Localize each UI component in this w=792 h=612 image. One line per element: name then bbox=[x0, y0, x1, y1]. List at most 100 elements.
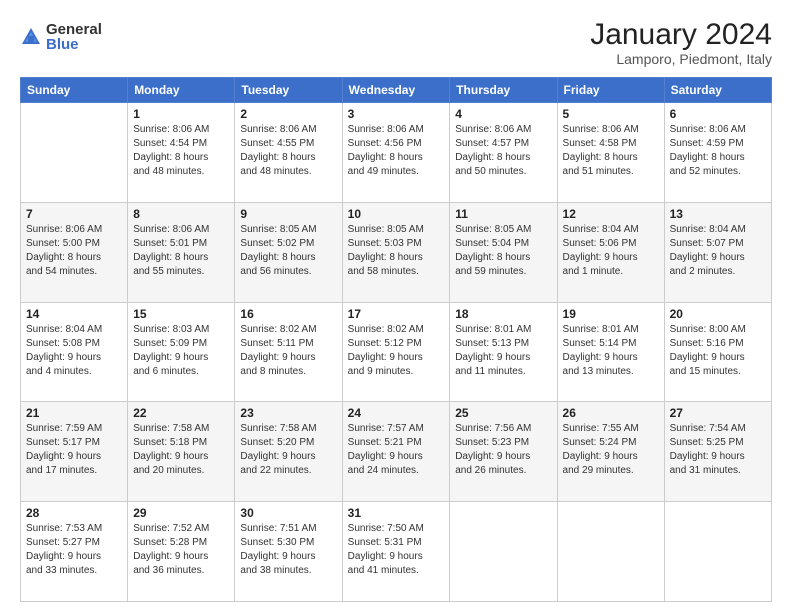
day-number: 21 bbox=[26, 406, 122, 420]
day-info: Sunrise: 8:06 AMSunset: 5:01 PMDaylight:… bbox=[133, 223, 229, 279]
day-info: Sunrise: 8:01 AMSunset: 5:13 PMDaylight:… bbox=[455, 323, 551, 379]
title-block: January 2024 Lamporo, Piedmont, Italy bbox=[590, 18, 772, 67]
day-info: Sunrise: 8:04 AMSunset: 5:06 PMDaylight:… bbox=[563, 223, 659, 279]
day-number: 1 bbox=[133, 107, 229, 121]
calendar-table: SundayMondayTuesdayWednesdayThursdayFrid… bbox=[20, 77, 772, 602]
calendar-cell bbox=[450, 502, 557, 602]
day-number: 4 bbox=[455, 107, 551, 121]
day-info: Sunrise: 8:00 AMSunset: 5:16 PMDaylight:… bbox=[670, 323, 766, 379]
calendar-cell: 14 Sunrise: 8:04 AMSunset: 5:08 PMDayligh… bbox=[21, 302, 128, 402]
day-number: 25 bbox=[455, 406, 551, 420]
calendar-cell: 15 Sunrise: 8:03 AMSunset: 5:09 PMDayligh… bbox=[128, 302, 235, 402]
day-number: 13 bbox=[670, 207, 766, 221]
day-number: 31 bbox=[348, 506, 445, 520]
subtitle: Lamporo, Piedmont, Italy bbox=[590, 51, 772, 67]
day-number: 7 bbox=[26, 207, 122, 221]
calendar-week-5: 28 Sunrise: 7:53 AMSunset: 5:27 PMDayligh… bbox=[21, 502, 772, 602]
day-info: Sunrise: 7:51 AMSunset: 5:30 PMDaylight:… bbox=[240, 522, 336, 578]
weekday-header-row: SundayMondayTuesdayWednesdayThursdayFrid… bbox=[21, 78, 772, 103]
main-title: January 2024 bbox=[590, 18, 772, 51]
weekday-header-thursday: Thursday bbox=[450, 78, 557, 103]
calendar-cell: 1Sunrise: 8:06 AMSunset: 4:54 PMDaylight… bbox=[128, 103, 235, 203]
calendar-header: SundayMondayTuesdayWednesdayThursdayFrid… bbox=[21, 78, 772, 103]
calendar-week-2: 7 Sunrise: 8:06 AMSunset: 5:00 PMDaylight… bbox=[21, 202, 772, 302]
day-number: 15 bbox=[133, 307, 229, 321]
calendar-cell: 4 Sunrise: 8:06 AMSunset: 4:57 PMDaylight… bbox=[450, 103, 557, 203]
calendar-cell: 7 Sunrise: 8:06 AMSunset: 5:00 PMDaylight… bbox=[21, 202, 128, 302]
day-info: Sunrise: 8:06 AMSunset: 4:57 PMDaylight:… bbox=[455, 123, 551, 179]
day-info: Sunrise: 8:05 AMSunset: 5:02 PMDaylight:… bbox=[240, 223, 336, 279]
day-number: 16 bbox=[240, 307, 336, 321]
day-number: 17 bbox=[348, 307, 445, 321]
day-info: Sunrise: 7:59 AMSunset: 5:17 PMDaylight:… bbox=[26, 422, 122, 478]
day-info: Sunrise: 7:56 AMSunset: 5:23 PMDaylight:… bbox=[455, 422, 551, 478]
calendar-cell: 11 Sunrise: 8:05 AMSunset: 5:04 PMDayligh… bbox=[450, 202, 557, 302]
header: General Blue January 2024 Lamporo, Piedm… bbox=[20, 18, 772, 67]
calendar-cell bbox=[21, 103, 128, 203]
calendar-cell: 9 Sunrise: 8:05 AMSunset: 5:02 PMDaylight… bbox=[235, 202, 342, 302]
weekday-header-friday: Friday bbox=[557, 78, 664, 103]
calendar-cell bbox=[557, 502, 664, 602]
day-info: Sunrise: 8:06 AMSunset: 4:59 PMDaylight:… bbox=[670, 123, 766, 179]
day-number: 19 bbox=[563, 307, 659, 321]
calendar-cell bbox=[664, 502, 771, 602]
page: General Blue January 2024 Lamporo, Piedm… bbox=[0, 0, 792, 612]
day-number: 9 bbox=[240, 207, 336, 221]
day-info: Sunrise: 8:02 AMSunset: 5:11 PMDaylight:… bbox=[240, 323, 336, 379]
day-number: 28 bbox=[26, 506, 122, 520]
logo-text: General Blue bbox=[46, 22, 102, 52]
calendar-cell: 24Sunrise: 7:57 AMSunset: 5:21 PMDayligh… bbox=[342, 402, 450, 502]
calendar-cell: 13 Sunrise: 8:04 AMSunset: 5:07 PMDayligh… bbox=[664, 202, 771, 302]
day-info: Sunrise: 7:55 AMSunset: 5:24 PMDaylight:… bbox=[563, 422, 659, 478]
day-number: 10 bbox=[348, 207, 445, 221]
day-info: Sunrise: 8:03 AMSunset: 5:09 PMDaylight:… bbox=[133, 323, 229, 379]
calendar-week-3: 14 Sunrise: 8:04 AMSunset: 5:08 PMDayligh… bbox=[21, 302, 772, 402]
calendar-cell: 12 Sunrise: 8:04 AMSunset: 5:06 PMDayligh… bbox=[557, 202, 664, 302]
calendar-cell: 19Sunrise: 8:01 AMSunset: 5:14 PMDayligh… bbox=[557, 302, 664, 402]
calendar-cell: 22Sunrise: 7:58 AMSunset: 5:18 PMDayligh… bbox=[128, 402, 235, 502]
calendar-cell: 18 Sunrise: 8:01 AMSunset: 5:13 PMDayligh… bbox=[450, 302, 557, 402]
day-number: 8 bbox=[133, 207, 229, 221]
calendar-week-4: 21 Sunrise: 7:59 AMSunset: 5:17 PMDayligh… bbox=[21, 402, 772, 502]
calendar-cell: 25 Sunrise: 7:56 AMSunset: 5:23 PMDayligh… bbox=[450, 402, 557, 502]
day-info: Sunrise: 8:05 AMSunset: 5:04 PMDaylight:… bbox=[455, 223, 551, 279]
calendar-cell: 20 Sunrise: 8:00 AMSunset: 5:16 PMDayligh… bbox=[664, 302, 771, 402]
calendar-cell: 23Sunrise: 7:58 AMSunset: 5:20 PMDayligh… bbox=[235, 402, 342, 502]
calendar-cell: 10 Sunrise: 8:05 AMSunset: 5:03 PMDayligh… bbox=[342, 202, 450, 302]
day-number: 30 bbox=[240, 506, 336, 520]
day-number: 11 bbox=[455, 207, 551, 221]
weekday-header-monday: Monday bbox=[128, 78, 235, 103]
day-number: 23 bbox=[240, 406, 336, 420]
calendar-cell: 16 Sunrise: 8:02 AMSunset: 5:11 PMDayligh… bbox=[235, 302, 342, 402]
day-info: Sunrise: 7:58 AMSunset: 5:18 PMDaylight:… bbox=[133, 422, 229, 478]
day-info: Sunrise: 8:05 AMSunset: 5:03 PMDaylight:… bbox=[348, 223, 445, 279]
day-info: Sunrise: 7:54 AMSunset: 5:25 PMDaylight:… bbox=[670, 422, 766, 478]
day-info: Sunrise: 7:57 AMSunset: 5:21 PMDaylight:… bbox=[348, 422, 445, 478]
day-number: 12 bbox=[563, 207, 659, 221]
calendar-cell: 28 Sunrise: 7:53 AMSunset: 5:27 PMDayligh… bbox=[21, 502, 128, 602]
day-number: 27 bbox=[670, 406, 766, 420]
weekday-header-tuesday: Tuesday bbox=[235, 78, 342, 103]
calendar-cell: 8 Sunrise: 8:06 AMSunset: 5:01 PMDaylight… bbox=[128, 202, 235, 302]
day-info: Sunrise: 8:06 AMSunset: 5:00 PMDaylight:… bbox=[26, 223, 122, 279]
logo: General Blue bbox=[20, 22, 102, 52]
day-number: 26 bbox=[563, 406, 659, 420]
calendar-cell: 6 Sunrise: 8:06 AMSunset: 4:59 PMDaylight… bbox=[664, 103, 771, 203]
calendar-cell: 3Sunrise: 8:06 AMSunset: 4:56 PMDaylight… bbox=[342, 103, 450, 203]
calendar-cell: 26 Sunrise: 7:55 AMSunset: 5:24 PMDayligh… bbox=[557, 402, 664, 502]
day-info: Sunrise: 8:06 AMSunset: 4:55 PMDaylight:… bbox=[240, 123, 336, 179]
day-number: 29 bbox=[133, 506, 229, 520]
day-number: 6 bbox=[670, 107, 766, 121]
day-info: Sunrise: 7:53 AMSunset: 5:27 PMDaylight:… bbox=[26, 522, 122, 578]
calendar-cell: 17 Sunrise: 8:02 AMSunset: 5:12 PMDayligh… bbox=[342, 302, 450, 402]
day-info: Sunrise: 8:04 AMSunset: 5:08 PMDaylight:… bbox=[26, 323, 122, 379]
day-info: Sunrise: 8:04 AMSunset: 5:07 PMDaylight:… bbox=[670, 223, 766, 279]
calendar-cell: 30 Sunrise: 7:51 AMSunset: 5:30 PMDayligh… bbox=[235, 502, 342, 602]
day-info: Sunrise: 7:52 AMSunset: 5:28 PMDaylight:… bbox=[133, 522, 229, 578]
day-number: 14 bbox=[26, 307, 122, 321]
day-number: 18 bbox=[455, 307, 551, 321]
calendar-cell: 21 Sunrise: 7:59 AMSunset: 5:17 PMDayligh… bbox=[21, 402, 128, 502]
day-info: Sunrise: 8:02 AMSunset: 5:12 PMDaylight:… bbox=[348, 323, 445, 379]
calendar-cell: 2Sunrise: 8:06 AMSunset: 4:55 PMDaylight… bbox=[235, 103, 342, 203]
day-number: 20 bbox=[670, 307, 766, 321]
